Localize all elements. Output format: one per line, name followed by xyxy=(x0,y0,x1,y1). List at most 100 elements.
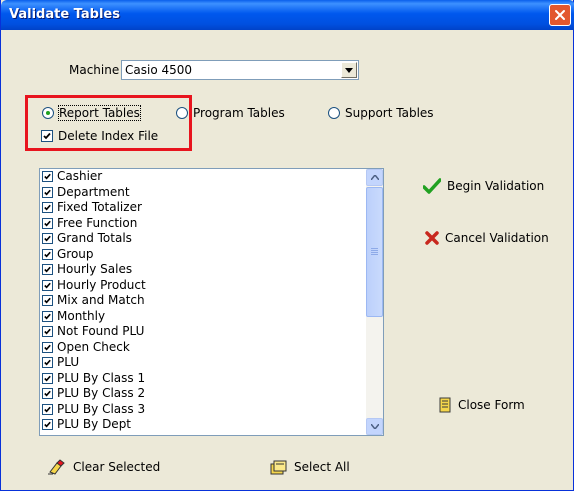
table-list-item-label: Group xyxy=(57,246,94,261)
radio-button[interactable] xyxy=(328,107,340,119)
document-icon xyxy=(438,397,452,413)
scroll-thumb[interactable] xyxy=(366,187,383,317)
table-list-item[interactable]: Mix and Match xyxy=(42,293,146,309)
table-list-item[interactable]: Hourly Sales xyxy=(42,262,146,278)
checkmark-icon xyxy=(44,344,51,351)
window-close-button[interactable] xyxy=(549,4,571,26)
table-list-item[interactable]: Not Found PLU xyxy=(42,324,146,340)
title-bar[interactable]: Validate Tables xyxy=(1,0,574,30)
table-list-item[interactable]: Fixed Totalizer xyxy=(42,200,146,216)
tables-listbox[interactable]: Cashier Department Fixed Totalizer Free Fun… xyxy=(39,168,384,436)
table-list-item[interactable]: PLU By Class 2 xyxy=(42,386,146,402)
table-list-item[interactable]: PLU By Dept xyxy=(42,417,146,433)
checkmark-icon xyxy=(44,282,51,289)
chevron-up-icon xyxy=(370,175,379,180)
table-list-item[interactable]: Monthly xyxy=(42,309,146,325)
checkmark-icon xyxy=(44,235,51,242)
table-list-item[interactable]: PLU By Class 1 xyxy=(42,371,146,387)
radio-label: Report Tables xyxy=(58,105,141,121)
table-list-item-label: Fixed Totalizer xyxy=(57,200,142,215)
machine-dropdown-button[interactable] xyxy=(341,62,357,78)
checkmark-icon xyxy=(44,421,51,428)
scroll-up-button[interactable] xyxy=(366,169,383,186)
eraser-icon xyxy=(47,459,67,475)
table-list-item[interactable]: Group xyxy=(42,247,146,263)
checkmark-icon xyxy=(44,204,51,211)
machine-select[interactable]: Casio 4500 xyxy=(121,60,359,80)
checkbox[interactable] xyxy=(42,310,53,322)
checkmark-icon xyxy=(44,375,51,382)
table-list-item[interactable]: Open Check xyxy=(42,340,146,356)
checkbox[interactable] xyxy=(41,130,53,142)
scroll-down-button[interactable] xyxy=(366,418,383,435)
checkmark-icon xyxy=(44,313,51,320)
checkbox[interactable] xyxy=(42,388,53,400)
checkmark-icon xyxy=(44,173,51,180)
radio-label: Support Tables xyxy=(345,106,434,120)
table-list-item[interactable]: Free Function xyxy=(42,216,146,232)
checkbox[interactable] xyxy=(42,264,53,276)
checkmark-icon xyxy=(44,251,51,258)
checkmark-icon xyxy=(44,297,51,304)
x-icon xyxy=(425,231,439,245)
checkmark-icon xyxy=(44,359,51,366)
clear-selected-button[interactable]: Clear Selected xyxy=(47,459,160,475)
begin-validation-button[interactable]: Begin Validation xyxy=(423,178,544,194)
table-list-item[interactable]: Hourly Product xyxy=(42,278,146,294)
checkbox[interactable] xyxy=(42,217,53,229)
table-list-item-label: Hourly Product xyxy=(57,277,146,292)
checkbox[interactable] xyxy=(42,357,53,369)
radio-label: Program Tables xyxy=(193,106,285,120)
checkbox[interactable] xyxy=(42,202,53,214)
table-list-item-label: Monthly xyxy=(57,308,106,323)
close-form-button[interactable]: Close Form xyxy=(438,397,525,413)
checkmark-icon xyxy=(43,132,51,140)
tables-list: Cashier Department Fixed Totalizer Free Fun… xyxy=(42,169,146,433)
validate-tables-window: Validate Tables Machine Casio 4500 Repor… xyxy=(0,0,574,491)
table-list-item-label: Hourly Sales xyxy=(57,262,133,277)
radio-button[interactable] xyxy=(176,107,188,119)
table-list-item-label: Mix and Match xyxy=(57,293,145,308)
radio-program-tables[interactable]: Program Tables xyxy=(176,106,285,120)
checkbox[interactable] xyxy=(42,171,53,183)
select-all-label: Select All xyxy=(294,460,350,474)
cancel-validation-button[interactable]: Cancel Validation xyxy=(425,231,549,245)
table-list-item-label: PLU By Dept xyxy=(57,417,132,432)
checkbox[interactable] xyxy=(42,372,53,384)
table-list-item[interactable]: PLU xyxy=(42,355,146,371)
cancel-validation-label: Cancel Validation xyxy=(445,231,549,245)
delete-index-checkbox[interactable]: Delete Index File xyxy=(41,129,158,143)
radio-support-tables[interactable]: Support Tables xyxy=(328,106,434,120)
delete-index-label: Delete Index File xyxy=(58,129,159,143)
folders-icon xyxy=(270,459,288,475)
checkbox[interactable] xyxy=(42,233,53,245)
table-list-item-label: Department xyxy=(57,184,130,199)
table-list-item[interactable]: Department xyxy=(42,185,146,201)
table-list-item-label: PLU By Class 2 xyxy=(57,386,146,401)
table-list-item-label: PLU xyxy=(57,355,80,370)
checkbox[interactable] xyxy=(42,403,53,415)
table-list-item-label: Free Function xyxy=(57,215,138,230)
checkmark-icon xyxy=(44,189,51,196)
vertical-scrollbar[interactable] xyxy=(366,169,383,435)
table-list-item-label: Not Found PLU xyxy=(57,324,145,339)
close-form-label: Close Form xyxy=(458,398,525,412)
radio-report-tables[interactable]: Report Tables xyxy=(42,105,141,121)
checkbox[interactable] xyxy=(42,248,53,260)
table-list-item[interactable]: Cashier xyxy=(42,169,146,185)
checkbox[interactable] xyxy=(42,186,53,198)
table-list-item-label: Cashier xyxy=(57,169,103,184)
begin-validation-label: Begin Validation xyxy=(447,179,545,193)
checkbox[interactable] xyxy=(42,341,53,353)
radio-button[interactable] xyxy=(42,107,54,119)
table-list-item-label: PLU By Class 3 xyxy=(57,401,146,416)
checkbox[interactable] xyxy=(42,279,53,291)
table-list-item[interactable]: Grand Totals xyxy=(42,231,146,247)
checkbox[interactable] xyxy=(42,326,53,338)
checkbox[interactable] xyxy=(42,419,53,431)
select-all-button[interactable]: Select All xyxy=(270,459,350,475)
table-list-item[interactable]: PLU By Class 3 xyxy=(42,402,146,418)
checkbox[interactable] xyxy=(42,295,53,307)
clear-selected-label: Clear Selected xyxy=(73,460,161,474)
chevron-down-icon xyxy=(345,67,353,73)
